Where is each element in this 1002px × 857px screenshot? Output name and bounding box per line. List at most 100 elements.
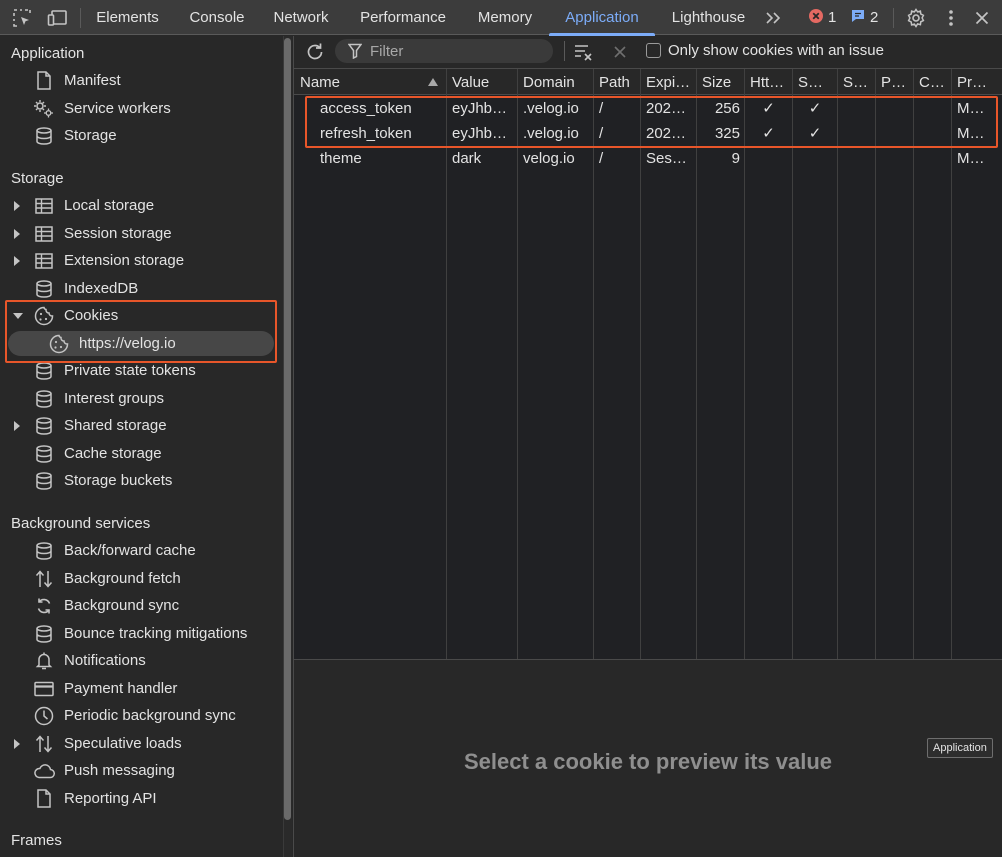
sidebar-item-speculative-loads[interactable]: Speculative loads [0, 730, 280, 757]
more-tabs-icon[interactable] [763, 0, 785, 35]
cell-cross-site [919, 121, 949, 146]
sidebar-scrollbar-thumb[interactable] [284, 38, 291, 820]
column-header-path[interactable]: Path [599, 69, 639, 95]
cell-domain: velog.io [523, 150, 575, 167]
sidebar-item-interest-groups[interactable]: Interest groups [0, 385, 280, 412]
close-icon[interactable] [972, 0, 992, 35]
tab-lighthouse[interactable]: Lighthouse [662, 0, 755, 35]
sidebar-item-label: Bounce tracking mitigations [64, 625, 248, 642]
column-header-secure[interactable]: S… [798, 69, 836, 95]
only-issues-checkbox[interactable] [646, 43, 661, 58]
sidebar-item-bounce-tracking[interactable]: Bounce tracking mitigations [0, 620, 280, 647]
collapse-arrow-icon[interactable] [13, 302, 23, 329]
sidebar-item-cookies-velog[interactable]: https://velog.io [0, 330, 280, 357]
table-row[interactable]: access_token eyJhb… .velog.io / 202… 256… [294, 96, 1002, 121]
cell-path: / [599, 125, 604, 142]
filter-field[interactable] [335, 39, 553, 63]
cell-value: dark [452, 150, 482, 167]
column-header-priority[interactable]: Pr… [957, 69, 997, 95]
error-icon [808, 8, 824, 28]
sidebar-item-background-fetch[interactable]: Background fetch [0, 565, 280, 592]
sidebar-item-label: Interest groups [64, 390, 165, 407]
sidebar-item-indexeddb[interactable]: IndexedDB [0, 275, 280, 302]
sidebar-item-background-sync[interactable]: Background sync [0, 592, 280, 619]
sidebar-item-label: Session storage [64, 225, 172, 242]
delete-selected-icon[interactable] [610, 36, 630, 67]
sidebar-item-local-storage[interactable]: Local storage [0, 192, 280, 219]
cell-priority: M… [957, 125, 985, 142]
cell-partition-key [881, 121, 911, 146]
sidebar-item-back-forward-cache[interactable]: Back/forward cache [0, 537, 280, 564]
sidebar-item-extension-storage[interactable]: Extension storage [0, 247, 280, 274]
gears-icon [33, 95, 55, 122]
tab-network[interactable]: Network [262, 0, 340, 35]
column-header-name[interactable]: Name [300, 69, 420, 95]
database-icon [33, 412, 55, 439]
cookie-preview-pane: Select a cookie to preview its value [294, 661, 1002, 857]
sidebar-item-label: Shared storage [64, 417, 167, 434]
expand-arrow-icon[interactable] [13, 192, 21, 219]
expand-arrow-icon[interactable] [13, 730, 21, 757]
sidebar-item-manifest[interactable]: Manifest [0, 67, 280, 94]
clear-filtered-cookies-icon[interactable] [572, 36, 596, 67]
database-icon [33, 440, 55, 467]
sidebar-item-push-messaging[interactable]: Push messaging [0, 757, 280, 784]
filter-input[interactable] [370, 42, 540, 60]
refresh-icon[interactable] [303, 36, 327, 67]
tab-application[interactable]: Application [549, 0, 655, 36]
column-header-httponly[interactable]: Htt… [750, 69, 790, 95]
sidebar-item-payment-handler[interactable]: Payment handler [0, 675, 280, 702]
column-header-value[interactable]: Value [452, 69, 514, 95]
sidebar-item-storage-buckets[interactable]: Storage buckets [0, 467, 280, 494]
cell-httponly: ✓ [762, 125, 775, 142]
cell-path: / [599, 150, 604, 167]
sidebar-item-label: Extension storage [64, 252, 185, 269]
error-count-badge[interactable]: 1 [808, 0, 836, 35]
sidebar-item-label: IndexedDB [64, 280, 139, 297]
sidebar-item-service-workers[interactable]: Service workers [0, 95, 280, 122]
database-icon [33, 385, 55, 412]
settings-gear-icon[interactable] [905, 0, 927, 35]
kebab-menu-icon[interactable] [941, 0, 961, 35]
table-row[interactable]: theme dark velog.io / Ses… 9 M… [294, 146, 1002, 171]
column-header-size[interactable]: Size [702, 69, 742, 95]
sidebar-item-private-state-tokens[interactable]: Private state tokens [0, 357, 280, 384]
sidebar-item-shared-storage[interactable]: Shared storage [0, 412, 280, 439]
preview-empty-message: Select a cookie to preview its value [463, 749, 833, 774]
expand-arrow-icon[interactable] [13, 412, 21, 439]
sidebar-item-cache-storage[interactable]: Cache storage [0, 440, 280, 467]
sidebar-item-label: Payment handler [64, 680, 178, 697]
cell-value: eyJhb… [452, 100, 508, 117]
tab-performance[interactable]: Performance [347, 0, 459, 35]
toolbar-separator [564, 41, 565, 61]
sidebar-item-session-storage[interactable]: Session storage [0, 220, 280, 247]
column-header-expires[interactable]: Expi… [646, 69, 694, 95]
section-header-storage: Storage [11, 170, 64, 187]
device-toolbar-icon[interactable] [46, 0, 70, 35]
table-row[interactable]: refresh_token eyJhb… .velog.io / 202… 32… [294, 121, 1002, 146]
column-header-partition-key[interactable]: P… [881, 69, 911, 95]
sidebar-item-label: Periodic background sync [64, 707, 236, 724]
cell-httponly [745, 146, 792, 171]
tab-memory[interactable]: Memory [466, 0, 544, 35]
column-header-domain[interactable]: Domain [523, 69, 591, 95]
sidebar-item-label: Background fetch [64, 570, 181, 587]
message-count-badge[interactable]: 2 [850, 0, 878, 35]
sidebar-item-cookies[interactable]: Cookies [0, 302, 280, 329]
tab-console[interactable]: Console [178, 0, 256, 35]
expand-arrow-icon[interactable] [13, 220, 21, 247]
cell-cross-site [919, 146, 949, 171]
sidebar-item-periodic-background-sync[interactable]: Periodic background sync [0, 702, 280, 729]
inspect-element-icon[interactable] [10, 0, 34, 35]
column-header-cross-site[interactable]: C… [919, 69, 949, 95]
expand-arrow-icon[interactable] [13, 247, 21, 274]
sidebar-item-reporting-api[interactable]: Reporting API [0, 785, 280, 812]
sidebar-item-storage[interactable]: Storage [0, 122, 280, 149]
sidebar-item-notifications[interactable]: Notifications [0, 647, 280, 674]
tab-elements[interactable]: Elements [85, 0, 170, 35]
file-icon [33, 785, 55, 812]
tooltip: Application [927, 738, 993, 758]
sort-ascending-icon [428, 69, 438, 95]
column-header-samesite[interactable]: S… [843, 69, 873, 95]
cell-value: eyJhb… [452, 125, 508, 142]
